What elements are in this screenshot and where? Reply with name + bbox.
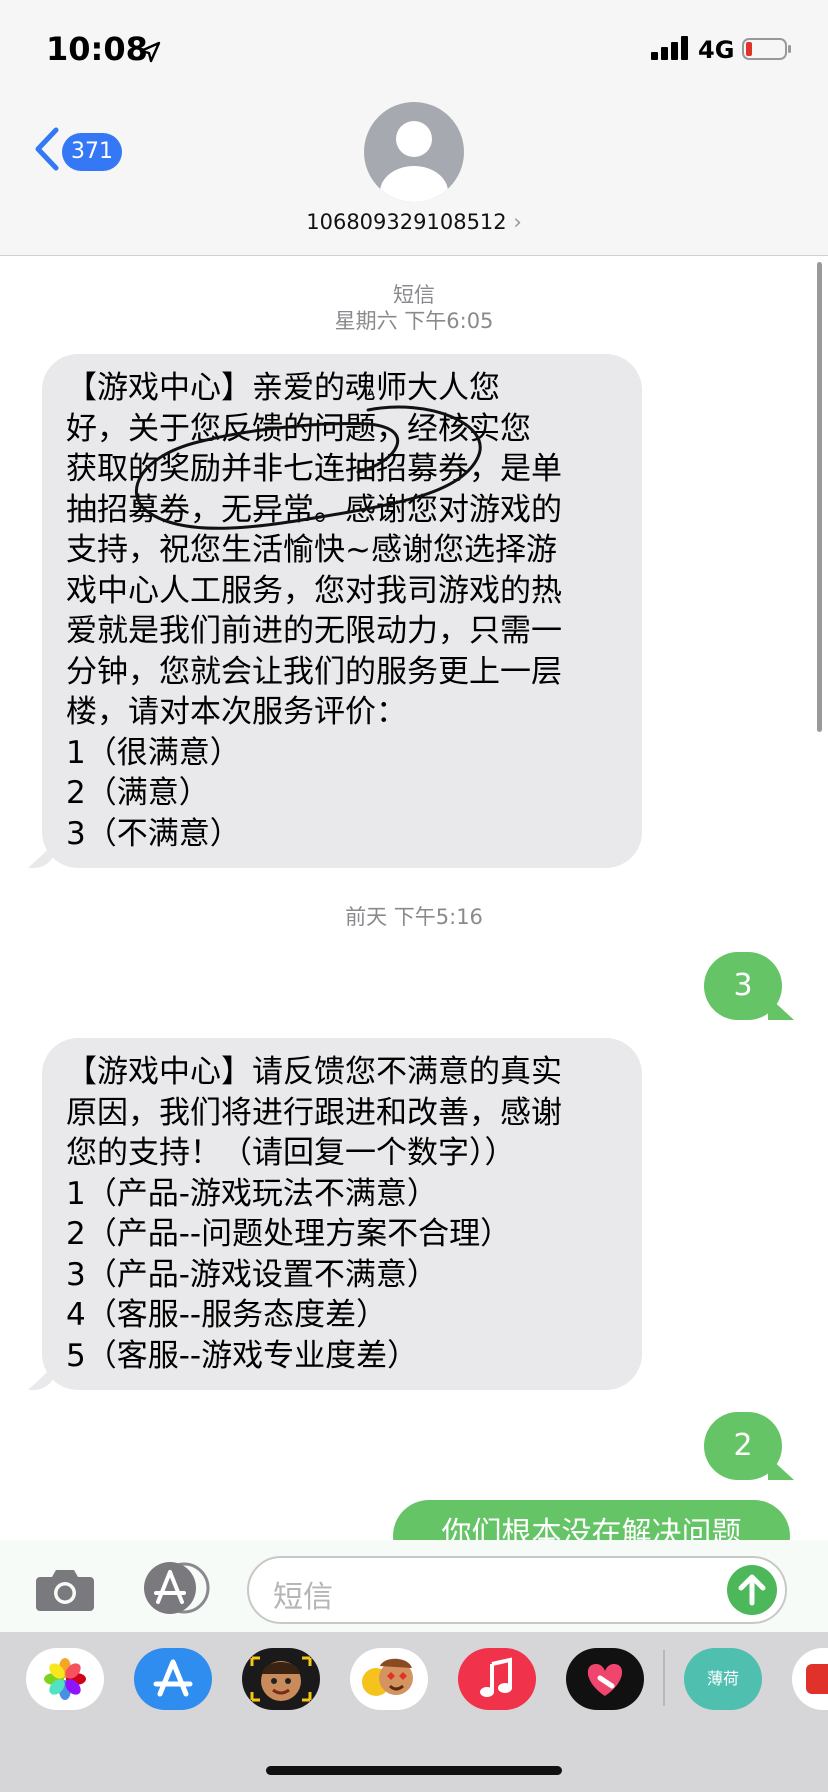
music-icon[interactable]	[458, 1648, 536, 1710]
music-note-icon	[480, 1657, 512, 1697]
timestamp: 星期六 下午6:05	[334, 309, 494, 333]
photos-flower-icon	[44, 1658, 86, 1700]
message-line: 5（客服--游戏专业度差）	[66, 1337, 419, 1374]
message-line: 1（产品-游戏玩法不满意）	[66, 1175, 438, 1212]
person-silhouette-icon	[380, 121, 448, 202]
mint-app-label: 薄荷	[706, 1669, 739, 1688]
message-line: 爱就是我们前进的无限动力，只需一	[66, 613, 562, 649]
hand-drawn-circle-annotation	[135, 405, 482, 530]
message-line: 楼，请对本次服务评价：	[66, 694, 407, 730]
message-line: 您的支持！（请回复一个数字））	[66, 1135, 516, 1171]
message-line: 2（产品--问题处理方案不合理）	[66, 1216, 512, 1252]
mint-app-icon[interactable]: 薄荷	[684, 1648, 762, 1710]
app-store-icon[interactable]	[140, 1562, 212, 1614]
incoming-message-bubble[interactable]: 【游戏中心】请反馈您不满意的真实 原因，我们将进行跟进和改善，感谢 您的支持！（…	[42, 1038, 642, 1390]
message-line: 分钟，您就会让我们的服务更上一层	[66, 653, 562, 690]
timestamp: 前天 下午5:16	[345, 905, 483, 929]
send-button[interactable]	[727, 1565, 777, 1615]
message-line: 2（满意）	[66, 775, 210, 811]
chevron-right-icon: ›	[513, 210, 522, 234]
message-line: 1（很满意）	[66, 734, 241, 771]
message-line: 戏中心人工服务，您对我司游戏的热	[66, 572, 562, 609]
memoji-icon[interactable]	[242, 1648, 320, 1710]
outgoing-message-bubble[interactable]: 3	[704, 952, 782, 1020]
back-chevron-icon[interactable]	[32, 126, 62, 172]
unread-count-badge[interactable]: 371	[62, 133, 122, 171]
message-type-label: 短信	[393, 283, 435, 307]
message-text: 3	[733, 968, 753, 1003]
message-line: 3（不满意）	[66, 815, 241, 852]
signal-icon	[651, 36, 688, 60]
message-line: 【游戏中心】请反馈您不满意的真实	[66, 1054, 562, 1090]
heart-icon	[587, 1664, 623, 1696]
message-input-placeholder: 短信	[273, 1580, 333, 1615]
app-store-icon[interactable]	[134, 1648, 212, 1710]
app-store-glyph-icon	[153, 1659, 193, 1697]
outgoing-message-bubble[interactable]: 2	[704, 1412, 782, 1480]
status-time: 10:08	[46, 30, 148, 68]
photos-icon[interactable]	[26, 1648, 104, 1710]
message-line: 4（客服--服务态度差）	[66, 1297, 388, 1333]
home-indicator[interactable]	[266, 1766, 562, 1775]
animoji-icon[interactable]	[350, 1648, 428, 1710]
red-app-glyph-icon	[806, 1664, 828, 1694]
camera-icon[interactable]	[34, 1565, 96, 1613]
message-thread: 短信 星期六 下午6:05 【游戏中心】亲爱的魂师大人您 好，关于您反馈的问题，…	[0, 256, 828, 1572]
arrow-up-icon	[738, 1574, 766, 1606]
network-type: 4G	[698, 36, 735, 64]
animoji-faces-icon	[362, 1658, 413, 1696]
conversation-header: 10:08 4G 371 106809329108512 ›	[0, 0, 828, 256]
scrollbar[interactable]	[817, 262, 822, 732]
message-line: 3（产品-游戏设置不满意）	[66, 1256, 438, 1293]
battery-low-icon	[742, 38, 791, 60]
location-arrow-icon	[139, 41, 161, 63]
message-input[interactable]: 短信	[247, 1556, 787, 1624]
contact-avatar[interactable]	[364, 102, 464, 202]
contact-number[interactable]: 106809329108512 ›	[0, 210, 828, 234]
contact-number-text: 106809329108512	[306, 210, 507, 234]
drawer-divider	[663, 1650, 665, 1706]
message-text: 2	[733, 1428, 753, 1463]
message-line: 原因，我们将进行跟进和改善，感谢	[66, 1094, 562, 1131]
digital-touch-icon[interactable]	[566, 1648, 644, 1710]
memoji-face-icon	[250, 1656, 312, 1702]
